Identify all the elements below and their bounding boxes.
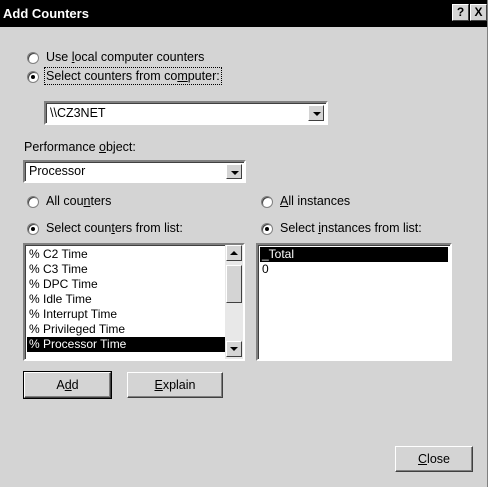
close-button[interactable]: Close [395, 446, 473, 472]
counter-item[interactable]: % Privileged Time [27, 322, 225, 337]
counter-item[interactable]: % Idle Time [27, 292, 225, 307]
computer-dropdown-arrow[interactable] [308, 105, 324, 121]
down-arrow-icon [230, 347, 238, 351]
counter-item-selected[interactable]: % Processor Time [27, 337, 225, 352]
explain-button[interactable]: Explain [127, 372, 223, 398]
counters-listbox[interactable]: % C2 Time % C3 Time % DPC Time % Idle Ti… [23, 243, 245, 361]
close-window-button[interactable]: X [470, 4, 487, 21]
instances-listbox[interactable]: _Total 0 [256, 243, 452, 361]
scroll-thumb[interactable] [226, 265, 242, 303]
local-counters-radio[interactable] [27, 52, 39, 64]
help-button[interactable]: ? [452, 4, 469, 21]
counter-item[interactable]: % DPC Time [27, 277, 225, 292]
counters-from-list-label[interactable]: Select counters from list: [46, 221, 183, 235]
all-instances-radio[interactable] [261, 196, 273, 208]
add-counters-dialog: Add Counters ? X Use local computer coun… [0, 0, 488, 487]
performance-object-dropdown-arrow[interactable] [226, 164, 242, 179]
counter-item[interactable]: % C3 Time [27, 262, 225, 277]
up-arrow-icon [230, 251, 238, 255]
local-counters-label[interactable]: Use local computer counters [46, 50, 204, 64]
performance-object-dropdown[interactable]: Processor [23, 160, 246, 183]
counter-item[interactable]: % Interrupt Time [27, 307, 225, 322]
title-bar: Add Counters ? X [0, 0, 487, 27]
performance-object-label: Performance object: [24, 140, 136, 154]
instance-item[interactable]: 0 [260, 262, 448, 277]
remote-counters-radio[interactable] [27, 71, 39, 83]
scroll-up-arrow[interactable] [226, 245, 242, 261]
instances-list: _Total 0 [260, 247, 448, 277]
scroll-down-arrow[interactable] [226, 341, 242, 357]
computer-combobox[interactable]: \\CZ3NET [44, 101, 328, 125]
computer-value[interactable]: \\CZ3NET [50, 106, 106, 120]
counter-item[interactable]: % C2 Time [27, 247, 225, 262]
instances-from-list-radio[interactable] [261, 223, 273, 235]
performance-object-value[interactable]: Processor [29, 164, 85, 178]
instance-item-selected[interactable]: _Total [260, 247, 448, 262]
dialog-title: Add Counters [3, 6, 89, 21]
counters-scrollbar[interactable] [225, 245, 243, 359]
all-counters-radio[interactable] [27, 196, 39, 208]
all-instances-label[interactable]: All instances [280, 194, 350, 208]
add-button[interactable]: Add [23, 371, 112, 399]
counters-from-list-radio[interactable] [27, 223, 39, 235]
remote-counters-label[interactable]: Select counters from computer: [44, 67, 222, 85]
instances-from-list-label[interactable]: Select instances from list: [280, 221, 422, 235]
all-counters-label[interactable]: All counters [46, 194, 111, 208]
counters-list: % C2 Time % C3 Time % DPC Time % Idle Ti… [27, 247, 225, 352]
